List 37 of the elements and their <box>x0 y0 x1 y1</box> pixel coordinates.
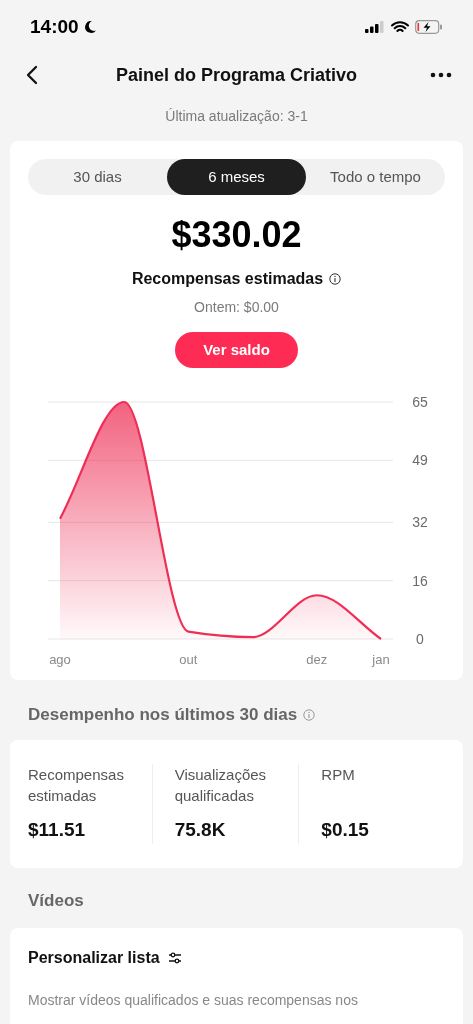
view-balance-button[interactable]: Ver saldo <box>175 332 298 368</box>
last-update-text: Última atualização: 3-1 <box>165 107 308 126</box>
x-tick-label: out <box>179 652 198 667</box>
info-icon[interactable] <box>329 273 342 285</box>
page-title: Painel do Programa Criativo <box>115 63 358 87</box>
metric-label: RPM <box>321 764 356 785</box>
x-tick-label: ago <box>49 652 71 667</box>
videos-description: Mostrar vídeos qualificados e suas recompensas nos <box>28 990 359 1010</box>
y-tick-label: 16 <box>412 572 428 589</box>
signal-icon <box>365 21 385 33</box>
period-tab[interactable]: 6 meses <box>167 159 306 195</box>
metric-label: Recompensas estimadas <box>28 764 125 806</box>
status-time: 14:00 <box>30 14 79 39</box>
period-tab[interactable]: Todo o tempo <box>306 159 445 195</box>
wifi-icon <box>391 20 409 34</box>
y-tick-label: 65 <box>412 394 428 410</box>
y-tick-label: 32 <box>412 514 428 531</box>
section-title: Vídeos <box>28 891 84 910</box>
more-icon <box>430 72 452 78</box>
rewards-label: Recompensas estimadas <box>131 269 324 289</box>
x-tick-label: jan <box>372 652 390 667</box>
total-amount: $330.02 <box>171 213 302 257</box>
battery-charging-icon <box>415 20 443 34</box>
customize-list-button[interactable]: Personalizar lista <box>28 945 182 970</box>
y-tick-label: 0 <box>416 631 424 647</box>
metric-value: $11.51 <box>28 817 87 842</box>
back-chevron-icon <box>26 65 38 85</box>
period-tab[interactable]: 30 dias <box>28 159 167 195</box>
filter-icon <box>167 951 182 964</box>
metric-value: 75.8K <box>174 817 227 842</box>
section-title: Desempenho nos últimos 30 dias <box>28 704 298 726</box>
yesterday-text: Ontem: $0.00 <box>194 298 279 317</box>
x-tick-label: dez <box>306 652 328 667</box>
y-tick-label: 49 <box>412 452 428 469</box>
moon-icon <box>82 20 97 34</box>
metric-value: $0.15 <box>321 817 370 842</box>
metric-label: Visualizações qualificadas <box>174 764 268 806</box>
